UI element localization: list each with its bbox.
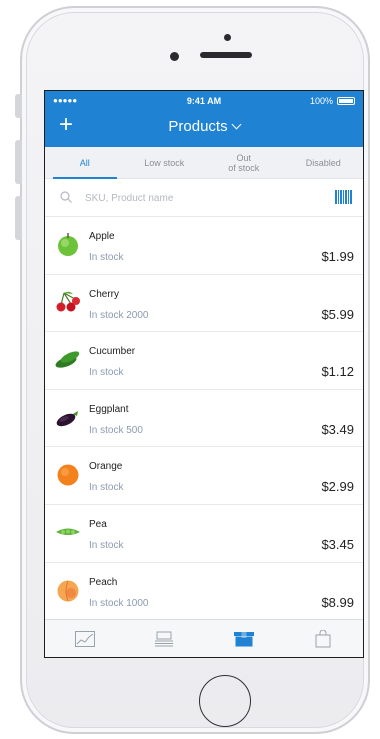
cucumber-icon	[55, 351, 80, 368]
product-price: $3.49	[321, 421, 354, 437]
barcode-scan-icon[interactable]	[335, 190, 352, 204]
tab-store[interactable]	[284, 620, 364, 657]
list-item[interactable]: Cucumber In stock $1.12	[45, 332, 363, 390]
eggplant-icon	[56, 410, 78, 426]
list-item[interactable]: Pea In stock $3.45	[45, 505, 363, 563]
product-name: Cucumber	[89, 346, 136, 358]
product-list: Apple In stock $1.99 Cherry In stock 200…	[45, 217, 363, 621]
volume-down-button	[15, 196, 22, 240]
cherry-icon	[56, 291, 80, 312]
tab-analytics[interactable]	[45, 620, 125, 657]
bottom-tab-bar	[45, 619, 363, 657]
front-camera	[170, 52, 179, 61]
product-stock: In stock 2000	[89, 309, 149, 321]
product-stock: In stock	[89, 367, 124, 379]
proximity-sensor	[224, 34, 231, 41]
chart-icon	[74, 630, 95, 647]
chevron-down-icon	[231, 119, 242, 130]
tab-out-of-stock[interactable]: Out of stock	[204, 147, 284, 178]
product-price: $5.99	[321, 306, 354, 322]
product-name: Apple	[89, 231, 115, 242]
orange-icon	[57, 464, 79, 486]
list-item[interactable]: Apple In stock $1.99	[45, 217, 363, 275]
earpiece-speaker	[200, 52, 252, 58]
filter-tabs: All Low stock Out of stock Disabled	[45, 147, 363, 179]
list-item[interactable]: Eggplant In stock 500 $3.49	[45, 390, 363, 448]
shopping-bag-icon	[315, 629, 331, 647]
tab-products[interactable]	[204, 620, 284, 657]
battery-percent: 100%	[309, 96, 333, 106]
mute-switch	[15, 94, 22, 118]
nav-bar: + Products	[45, 111, 363, 147]
apple-icon	[58, 233, 78, 256]
home-button[interactable]	[199, 675, 251, 727]
product-stock: In stock 500	[89, 424, 143, 436]
status-bar: ●●●●● 9:41 AM 100%	[45, 91, 363, 111]
pea-icon	[56, 528, 80, 535]
list-item[interactable]: Orange In stock $2.99	[45, 447, 363, 505]
product-price: $3.45	[321, 536, 354, 552]
tab-low-stock[interactable]: Low stock	[125, 147, 205, 178]
product-stock: In stock	[89, 252, 124, 263]
product-price: $1.99	[321, 249, 354, 264]
tab-disabled[interactable]: Disabled	[284, 147, 364, 178]
products-box-icon	[233, 631, 254, 646]
search-bar	[45, 179, 363, 217]
product-name: Eggplant	[89, 403, 129, 415]
peach-icon	[57, 580, 79, 602]
app-header: ●●●●● 9:41 AM 100% + Products	[45, 91, 363, 147]
product-name: Orange	[89, 461, 123, 473]
battery-icon	[337, 97, 355, 105]
page-title: Products	[168, 118, 228, 135]
product-name: Pea	[89, 518, 107, 530]
list-item[interactable]: Peach In stock 1000 $8.99	[45, 563, 363, 621]
search-icon	[60, 191, 72, 203]
list-item[interactable]: Cherry In stock 2000 $5.99	[45, 275, 363, 333]
product-stock: In stock	[89, 482, 124, 494]
product-price: $8.99	[321, 594, 354, 610]
tab-all[interactable]: All	[45, 147, 125, 179]
product-price: $1.12	[321, 364, 354, 380]
products-title-dropdown[interactable]: Products	[45, 118, 363, 135]
product-stock: In stock 1000	[89, 597, 149, 609]
app-screen: ●●●●● 9:41 AM 100% + Products All Low st…	[44, 90, 364, 658]
product-stock: In stock	[89, 539, 124, 551]
product-name: Cherry	[89, 288, 120, 300]
orders-stack-icon	[155, 631, 174, 646]
search-input[interactable]	[85, 187, 315, 209]
volume-up-button	[15, 140, 22, 184]
product-price: $2.99	[321, 479, 354, 495]
product-name: Peach	[89, 576, 118, 588]
tab-orders[interactable]	[125, 620, 205, 657]
